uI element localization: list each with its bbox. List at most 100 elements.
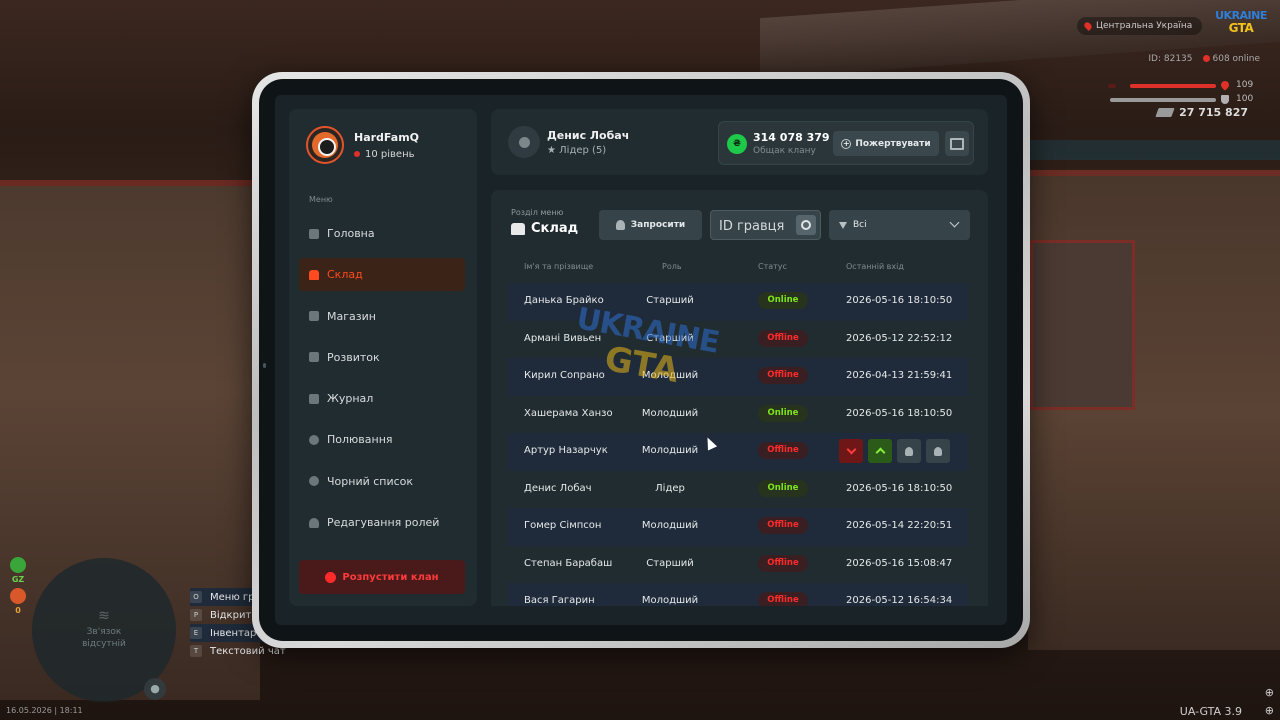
sidebar-item-development[interactable]: Розвиток [299,341,465,374]
game-version: UA-GTA 3.9 [1179,705,1242,718]
sidebar-item-storage[interactable]: Склад [299,258,465,292]
player-search [710,210,821,240]
no-signal-icon: ≋ [98,608,110,624]
column-name: Ім'я та прізвище [524,262,594,271]
member-name: Вася Гагарин [524,595,595,606]
player-id-input[interactable] [719,217,793,235]
tablet-camera [263,363,266,368]
table-row[interactable]: Данька Брайко Старший Online 2026-05-16 18:… [508,283,968,321]
member-name: Кирил Сопрано [524,370,605,381]
promote-button[interactable] [868,439,892,463]
table-row[interactable]: Хашерама Ханзо Молодший Online 2026-05-16 1… [508,396,968,434]
invite-button[interactable]: Запросити [599,210,702,240]
search-icon[interactable] [796,215,816,235]
sidebar-item-shop[interactable]: Магазин [299,300,465,333]
sidebar-item-label: Розвиток [327,350,380,364]
last-login: 2026-05-14 22:20:51 [846,520,953,531]
table-row[interactable]: Денис Лобач Лідер Online 2026-05-16 18:10:5… [508,471,968,509]
armor-value: 100 [1236,94,1254,104]
wallet-button[interactable] [945,131,969,156]
table-row[interactable]: Гомер Сімпсон Молодший Offline 2026-05-14 2… [508,508,968,546]
status-badge: Offline [758,442,808,459]
leader-rank: ★ Лідер (5) [547,144,607,156]
hint-key: O [190,591,202,603]
tablet-screen: HardFamQ 10 рівень Меню Головна Склад Ма… [275,95,1007,625]
member-profile-button[interactable] [897,439,921,463]
settings-icon[interactable]: ⊕ [1265,684,1274,702]
table-row[interactable]: Артур Назарчук Молодший Offline [508,433,968,471]
user-level-label: 10 рівень [365,148,415,160]
member-name: Денис Лобач [524,482,592,494]
status-badge: Online [758,292,808,309]
book-icon [309,393,319,404]
minimap-status: Зв'язок відсутній [82,627,126,649]
background-board [1030,240,1135,410]
money-value: 27 715 827 [1179,106,1248,119]
section-title-label: Склад [531,221,579,236]
hint-key: E [190,627,202,639]
status-badge: Online [758,404,808,422]
dissolve-clan-label: Розпустити клан [342,571,439,583]
basket-icon [309,311,319,322]
table-row[interactable]: Степан Барабаш Старший Offline 2026-05-16 1… [508,546,968,584]
column-status: Статус [758,262,787,271]
dissolve-clan-button[interactable]: Розпустити клан [299,560,465,594]
health-bar-bg [1108,84,1116,88]
leader-info: Денис Лобач ★ Лідер (5) [508,126,629,158]
sidebar-item-label: Головна [327,227,375,240]
status-badge: Offline [758,367,808,384]
target-icon [309,434,319,445]
member-role: Старший [646,557,694,569]
shield-icon [1221,95,1229,104]
microphone-icon[interactable]: ● [144,678,166,700]
member-role: Молодший [641,407,699,419]
clan-emblem-icon [312,132,338,158]
status-badge: Offline [758,554,808,572]
tablet-frame: HardFamQ 10 рівень Меню Головна Склад Ма… [252,72,1030,648]
donate-button[interactable]: + Пожертвувати [833,131,939,156]
last-login: 2026-05-16 18:10:50 [846,482,953,494]
online-count: 608 online [1202,54,1261,64]
column-last-login: Останній вхід [846,262,904,271]
sidebar-item-label: Полювання [327,433,393,447]
kick-member-button[interactable] [926,439,950,463]
member-name: Артур Назарчук [524,445,608,456]
sidebar-item-roles[interactable]: Редагування ролей [299,506,465,539]
demote-button[interactable] [839,439,863,463]
hint-key: T [190,645,202,657]
sidebar-item-journal[interactable]: Журнал [299,382,465,415]
avatar [306,126,344,164]
table-row[interactable]: Вася Гагарин Молодший Offline 2026-05-12 16… [508,583,968,606]
gang-zone-icon [10,557,26,573]
player-id: ID: 82135 [1148,54,1193,64]
sidebar-item-home[interactable]: Головна [299,217,465,250]
table-row[interactable]: Кирил Сопрано Молодший Offline 2026-04-13 2… [508,358,968,396]
status-badge: Offline [758,592,808,606]
online-dot-icon [1202,55,1210,62]
status-badge: Offline [758,329,808,347]
online-label: 608 online [1212,54,1261,64]
warehouse-icon [309,269,319,280]
member-role: Старший [646,332,694,344]
status-filter-dropdown[interactable]: Всі [829,210,970,240]
sidebar-item-hunting[interactable]: Полювання [299,423,465,456]
health-bar [1130,84,1216,88]
last-login: 2026-05-12 22:52:12 [846,332,953,344]
screenshot-icon[interactable]: ⊕ [1265,702,1274,720]
leader-rank-label: Лідер (5) [559,144,607,156]
chevron-down-icon [949,217,960,228]
section-title: Склад [511,221,578,236]
leader-name: Денис Лобач [547,128,630,142]
sidebar-item-blacklist[interactable]: Чорний список [299,465,465,498]
sidebar-menu: Головна Склад Магазин Розвиток Журнал По… [299,217,465,547]
row-actions [839,439,950,463]
member-role: Лідер [655,482,685,494]
home-icon [309,228,319,239]
table-row[interactable]: Армані Вивьен Старший Offline 2026-05-12 22… [508,321,968,359]
hint-label: Інвентар [210,627,257,639]
member-role: Молодший [641,520,699,531]
sidebar-item-label: Чорний список [327,474,414,488]
add-user-icon [615,220,625,230]
background-stripe [1030,140,1280,160]
user-profile[interactable]: HardFamQ 10 рівень [306,126,419,164]
